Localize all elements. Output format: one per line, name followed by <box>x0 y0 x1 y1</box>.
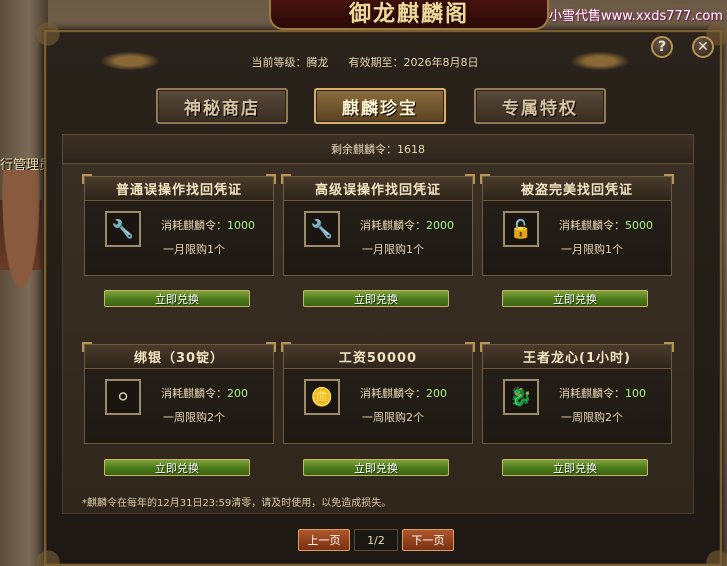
redeem-button[interactable]: 立即兑换 <box>303 290 449 307</box>
item-card: 绑银（30锭） ⚪ 消耗麒麟令：200 一周限购2个 <box>82 342 276 444</box>
item-cost: 消耗麒麟令：200 <box>360 387 447 400</box>
item-cost: 消耗麒麟令：200 <box>161 387 248 400</box>
item-card: 普通误操作找回凭证 🔧 消耗麒麟令：1000 一月限购1个 <box>82 174 276 276</box>
tab-exclusive-privilege[interactable]: 专属特权 <box>474 88 606 124</box>
right-cloud-ornament <box>565 50 635 72</box>
gold-coins-icon[interactable]: 🪙 <box>304 379 340 415</box>
redeem-button[interactable]: 立即兑换 <box>502 290 648 307</box>
item-title: 普通误操作找回凭证 <box>85 177 273 201</box>
tab-bar: 神秘商店 麒麟珍宝 专属特权 <box>150 88 610 128</box>
dragon-heart-icon[interactable]: 🐉 <box>503 379 539 415</box>
item-limit: 一月限购1个 <box>362 243 424 256</box>
item-title: 工资50000 <box>284 345 472 369</box>
help-button[interactable]: ? <box>651 36 673 58</box>
item-cost: 消耗麒麟令：100 <box>559 387 646 400</box>
member-info-bar: 当前等级：腾龙 有效期至：2026年8月8日 <box>95 50 635 74</box>
reset-notice: *麒麟令在每年的12月31日23:59清零，请及时使用，以免造成损失。 <box>82 498 392 509</box>
pagination: 上一页 1/2 下一页 <box>298 529 458 551</box>
cost-value: 100 <box>625 387 646 400</box>
item-cost: 消耗麒麟令：2000 <box>360 219 454 232</box>
watermark-text: 小雪代售www.xxds777.com <box>549 9 723 24</box>
item-limit: 一周限购2个 <box>163 411 225 424</box>
window-title: 御龙麒麟阁 <box>269 0 549 30</box>
cost-value: 2000 <box>426 219 454 232</box>
prev-page-button[interactable]: 上一页 <box>298 529 350 551</box>
page-indicator: 1/2 <box>354 529 398 551</box>
redeem-button[interactable]: 立即兑换 <box>104 290 250 307</box>
member-level: 当前等级：腾龙 <box>251 56 329 69</box>
corner-ornament <box>28 14 68 54</box>
cost-value: 200 <box>426 387 447 400</box>
item-limit: 一周限购2个 <box>362 411 424 424</box>
item-cost: 消耗麒麟令：5000 <box>559 219 653 232</box>
item-card: 工资50000 🪙 消耗麒麟令：200 一周限购2个 <box>281 342 475 444</box>
item-card: 高级误操作找回凭证 🔧 消耗麒麟令：2000 一月限购1个 <box>281 174 475 276</box>
item-limit: 一月限购1个 <box>163 243 225 256</box>
item-limit: 一月限购1个 <box>561 243 623 256</box>
wrench-icon[interactable]: 🔧 <box>105 211 141 247</box>
item-title: 被盗完美找回凭证 <box>483 177 671 201</box>
item-limit: 一周限购2个 <box>561 411 623 424</box>
tab-qilin-treasure[interactable]: 麒麟珍宝 <box>314 88 446 124</box>
item-title: 王者龙心(1小时) <box>483 345 671 369</box>
silver-ingot-icon[interactable]: ⚪ <box>105 379 141 415</box>
lock-icon[interactable]: 🔓 <box>503 211 539 247</box>
remaining-tokens: 剩余麒麟令：1618 <box>331 143 425 156</box>
redeem-button[interactable]: 立即兑换 <box>303 459 449 476</box>
close-icon: ✕ <box>697 39 709 55</box>
item-card: 被盗完美找回凭证 🔓 消耗麒麟令：5000 一月限购1个 <box>480 174 674 276</box>
next-page-button[interactable]: 下一页 <box>402 529 454 551</box>
item-title: 高级误操作找回凭证 <box>284 177 472 201</box>
cost-value: 1000 <box>227 219 255 232</box>
item-cost: 消耗麒麟令：1000 <box>161 219 255 232</box>
redeem-button[interactable]: 立即兑换 <box>104 459 250 476</box>
wrench-icon[interactable]: 🔧 <box>304 211 340 247</box>
corner-ornament <box>698 542 727 566</box>
npc-character <box>0 170 42 300</box>
item-title: 绑银（30锭） <box>85 345 273 369</box>
expire-date: 有效期至：2026年8月8日 <box>348 56 479 69</box>
remaining-tokens-bar: 剩余麒麟令：1618 <box>62 134 694 164</box>
question-icon: ? <box>657 39 667 55</box>
cost-value: 200 <box>227 387 248 400</box>
item-card: 王者龙心(1小时) 🐉 消耗麒麟令：100 一周限购2个 <box>480 342 674 444</box>
redeem-button[interactable]: 立即兑换 <box>502 459 648 476</box>
close-button[interactable]: ✕ <box>692 36 714 58</box>
left-cloud-ornament <box>95 50 165 72</box>
cost-value: 5000 <box>625 219 653 232</box>
tab-mystery-shop[interactable]: 神秘商店 <box>156 88 288 124</box>
